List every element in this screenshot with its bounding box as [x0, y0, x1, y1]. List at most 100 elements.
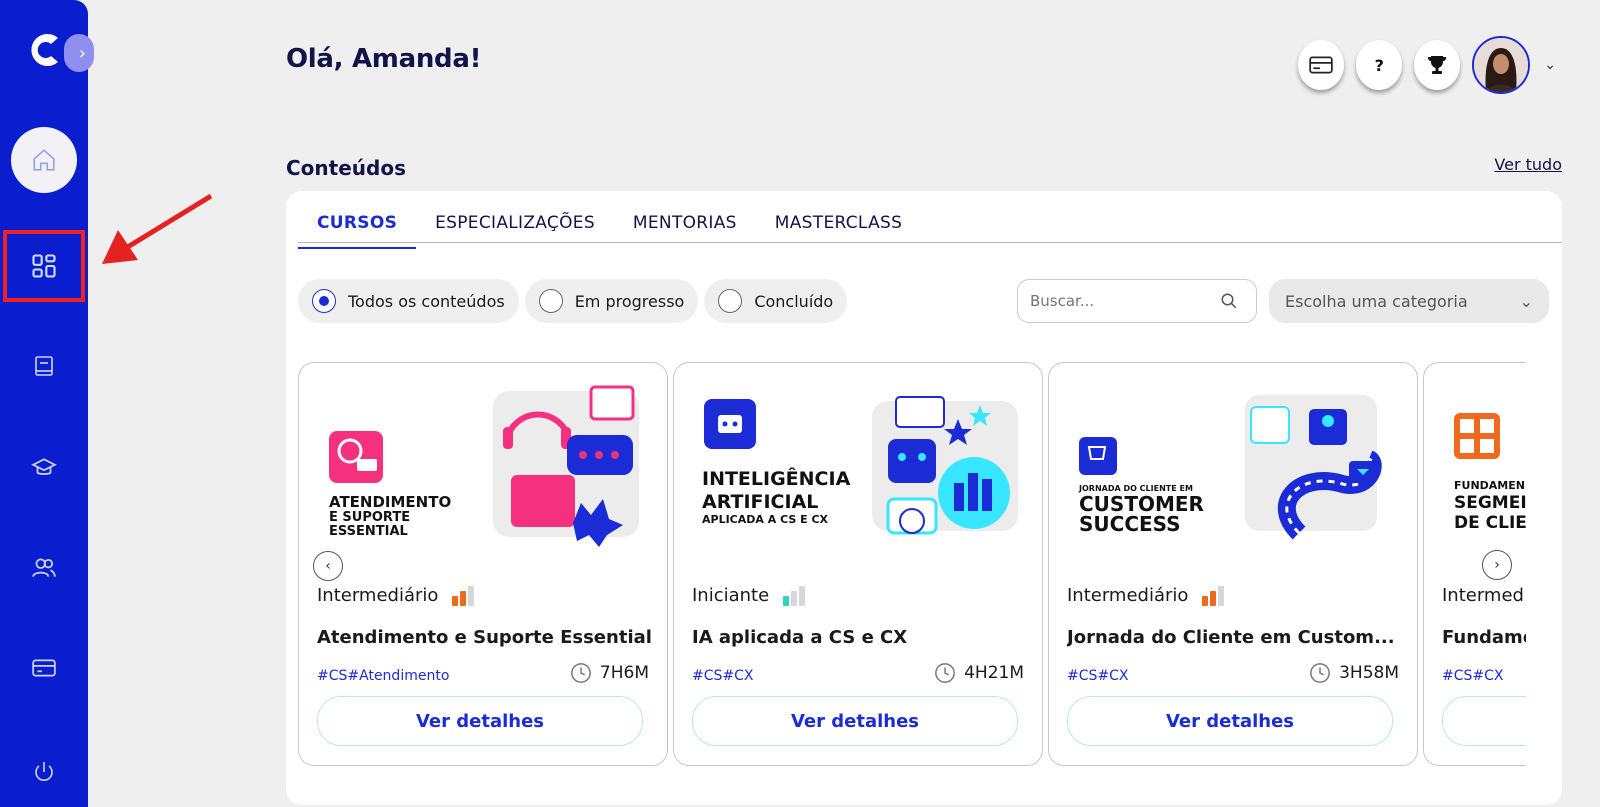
thumbnail-title-line: ESSENTIAL: [329, 524, 408, 539]
sidebar-item-dashboard[interactable]: [3, 230, 85, 302]
thumbnail-title-line: SUCCESS: [1079, 512, 1181, 536]
clock-icon: [935, 663, 955, 683]
duration-value: 7H6M: [599, 663, 649, 683]
filter-label: Em progresso: [574, 291, 685, 311]
level-bars-icon: [1202, 585, 1225, 606]
see-all-link[interactable]: Ver tudo: [1494, 155, 1562, 174]
carousel-prev-button[interactable]: ‹: [313, 551, 343, 581]
level-label: Iniciante: [692, 585, 770, 606]
sidebar: ›: [0, 0, 94, 807]
course-tags[interactable]: #CS#Atendimento: [317, 668, 449, 684]
sidebar-item-community[interactable]: [0, 536, 88, 600]
chevron-down-icon: ⌄: [1519, 291, 1533, 311]
level-bars-icon: [452, 585, 475, 606]
level-indicator: Intermediário: [317, 585, 475, 606]
top-actions: ? ⌄: [1298, 36, 1556, 94]
annotation-arrow-icon: [102, 193, 213, 264]
tab-especializacoes[interactable]: ESPECIALIZAÇÕES: [416, 213, 614, 249]
course-title: Atendimento e Suporte Essential: [317, 627, 652, 648]
filter-in-progress[interactable]: Em progresso: [524, 279, 699, 323]
avatar[interactable]: [1472, 36, 1531, 94]
help-button[interactable]: ?: [1356, 40, 1403, 90]
chevron-right-icon: ›: [1494, 557, 1500, 573]
sidebar-collapse-button[interactable]: ›: [64, 34, 94, 72]
level-label: Intermediário: [317, 585, 439, 606]
thumbnail-title-line: E SUPORTE: [329, 510, 410, 525]
tab-mentorias[interactable]: MENTORIAS: [614, 213, 756, 249]
course-card[interactable]: ATENDIMENTO E SUPORTE ESSENTIAL ‹ Interm…: [298, 362, 668, 766]
tab-masterclass[interactable]: MASTERCLASS: [756, 213, 921, 249]
billing-button[interactable]: [1298, 40, 1345, 90]
sidebar-item-billing[interactable]: [0, 636, 88, 700]
category-select[interactable]: Escolha uma categoria ⌄: [1269, 279, 1549, 323]
trophy-icon: [1428, 56, 1447, 74]
radio-icon: [538, 289, 563, 313]
details-button[interactable]: Ver detalhes: [692, 696, 1018, 746]
category-label: Escolha uma categoria: [1285, 291, 1468, 311]
course-tags[interactable]: #CS#CX: [1067, 668, 1129, 684]
filter-label: Concluído: [754, 291, 834, 311]
level-indicator: Iniciante: [692, 585, 806, 606]
chevron-down-icon[interactable]: ⌄: [1544, 57, 1556, 73]
clock-icon: [1310, 663, 1330, 683]
details-button[interactable]: Ver detalhes: [1067, 696, 1393, 746]
duration-value: 4H21M: [964, 663, 1024, 683]
level-label: Intermed: [1442, 585, 1524, 606]
thumbnail-title-line: ATENDIMENTO: [329, 493, 451, 511]
chevron-right-icon: ›: [78, 42, 86, 64]
level-bars-icon: [783, 585, 806, 606]
details-button[interactable]: [1442, 696, 1526, 746]
search-icon[interactable]: [1220, 292, 1238, 310]
content-panel: CURSOS ESPECIALIZAÇÕES MENTORIAS MASTERC…: [286, 191, 1562, 805]
filter-all[interactable]: Todos os conteúdos: [298, 279, 519, 323]
filter-completed[interactable]: Concluído: [704, 279, 848, 323]
tab-cursos[interactable]: CURSOS: [298, 213, 417, 249]
user-photo-icon: [1474, 38, 1529, 92]
thumbnail-title-line: ARTIFICIAL: [702, 491, 818, 513]
grid-icon: [32, 254, 56, 278]
logo-icon[interactable]: [28, 30, 62, 70]
thumbnail-title-line: APLICADA A CS E CX: [702, 513, 829, 526]
course-duration: 4H21M: [934, 662, 1024, 684]
page-title: Olá, Amanda!: [286, 44, 482, 74]
sidebar-item-home[interactable]: [0, 127, 88, 193]
course-title: Jornada do Cliente em Custom...: [1067, 627, 1395, 648]
course-tags[interactable]: #CS#CX: [1442, 668, 1504, 684]
course-duration: 7H6M: [570, 662, 649, 684]
course-thumbnail: INTELIGÊNCIA ARTIFICIAL APLICADA A CS E …: [702, 396, 1018, 535]
sidebar-item-courses[interactable]: [0, 436, 88, 500]
achievements-button[interactable]: [1414, 40, 1461, 90]
help-icon: ?: [1374, 55, 1384, 75]
level-label: Intermediário: [1067, 585, 1189, 606]
course-thumbnail: ATENDIMENTO E SUPORTE ESSENTIAL: [329, 385, 639, 547]
radio-icon: [718, 289, 743, 313]
course-card[interactable]: INTELIGÊNCIA ARTIFICIAL APLICADA A CS E …: [673, 362, 1043, 766]
sidebar-item-logout[interactable]: [0, 740, 88, 804]
course-title: Fundame: [1442, 627, 1526, 648]
course-card[interactable]: JORNADA DO CLIENTE EM CUSTOMER SUCCESS I…: [1048, 362, 1418, 766]
status-filters: Todos os conteúdos Em progresso Concluíd…: [298, 279, 848, 323]
thumbnail-title-line: INTELIGÊNCIA: [702, 467, 851, 490]
sidebar-item-book[interactable]: [0, 334, 88, 398]
course-carousel: ATENDIMENTO E SUPORTE ESSENTIAL ‹ Interm…: [298, 362, 1526, 766]
book-icon: [35, 356, 53, 376]
section-title: Conteúdos: [286, 156, 406, 180]
level-indicator: Intermed: [1442, 585, 1524, 606]
chevron-left-icon: ‹: [325, 558, 331, 574]
thumbnail-title-line: DE CLIE: [1454, 513, 1526, 533]
duration-value: 3H58M: [1339, 663, 1399, 683]
radio-selected-icon: [312, 289, 336, 313]
course-duration: 3H58M: [1309, 662, 1399, 684]
course-thumbnail: JORNADA DO CLIENTE EM CUSTOMER SUCCESS: [1078, 395, 1382, 540]
course-title: IA aplicada a CS e CX: [692, 627, 908, 648]
search-input[interactable]: [1030, 292, 1220, 310]
thumbnail-title-line: FUNDAMEN: [1454, 479, 1525, 492]
course-tags[interactable]: #CS#CX: [692, 668, 754, 684]
tab-bar: CURSOS ESPECIALIZAÇÕES MENTORIAS MASTERC…: [298, 213, 1562, 249]
card-icon: [32, 659, 56, 677]
thumbnail-title-line: SEGMEI: [1454, 493, 1526, 513]
level-indicator: Intermediário: [1067, 585, 1225, 606]
details-button[interactable]: Ver detalhes: [317, 696, 643, 746]
card-icon: [1309, 56, 1333, 74]
carousel-next-button[interactable]: ›: [1482, 550, 1512, 580]
